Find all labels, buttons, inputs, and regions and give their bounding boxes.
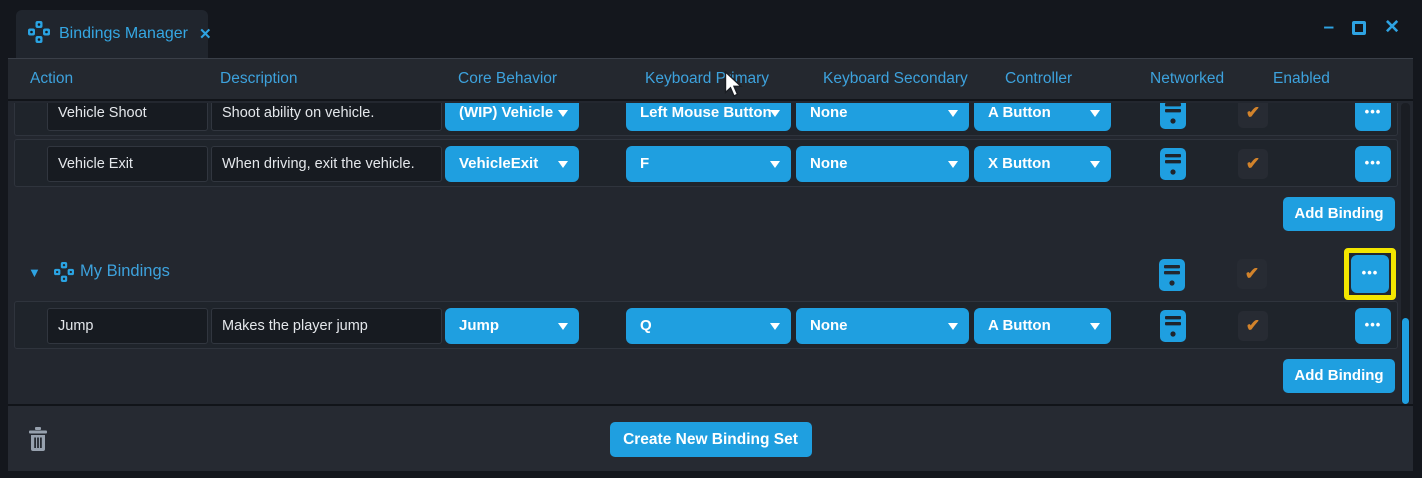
description-input[interactable]: Shoot ability on vehicle. bbox=[211, 103, 442, 131]
keyboard-secondary-dropdown[interactable]: None bbox=[796, 146, 969, 182]
enabled-checkbox[interactable]: ✔ bbox=[1238, 311, 1268, 341]
collapse-arrow-icon[interactable]: ▼ bbox=[28, 265, 41, 280]
binding-row-vehicle-exit: Vehicle Exit When driving, exit the vehi… bbox=[14, 139, 1398, 187]
vertical-scrollbar[interactable] bbox=[1401, 103, 1410, 404]
networked-icon bbox=[1159, 259, 1185, 296]
core-behavior-dropdown[interactable]: VehicleExit bbox=[445, 146, 579, 182]
keyboard-secondary-dropdown[interactable]: None bbox=[796, 103, 969, 131]
group-row-my-bindings: ▼ bbox=[14, 248, 1398, 300]
highlight-outline: ••• bbox=[1344, 248, 1396, 300]
create-new-binding-set-button[interactable]: Create New Binding Set bbox=[610, 422, 812, 457]
titlebar: Bindings Manager ✕ – ✕ bbox=[0, 0, 1422, 58]
bindings-manager-window: Bindings Manager ✕ – ✕ Action Descriptio… bbox=[0, 0, 1422, 478]
core-behavior-dropdown[interactable]: Jump bbox=[445, 308, 579, 344]
content-panel: Action Description Core Behavior Keyboar… bbox=[8, 58, 1413, 471]
tab-bindings-manager[interactable]: Bindings Manager ✕ bbox=[16, 10, 208, 58]
controller-dropdown[interactable]: X Button bbox=[974, 146, 1111, 182]
keyboard-primary-dropdown[interactable]: Left Mouse Button bbox=[626, 103, 791, 131]
enabled-checkbox[interactable]: ✔ bbox=[1237, 259, 1267, 289]
chevron-down-icon bbox=[558, 323, 568, 330]
keyboard-secondary-dropdown[interactable]: None bbox=[796, 308, 969, 344]
col-core-behavior: Core Behavior bbox=[458, 70, 557, 88]
check-icon: ✔ bbox=[1246, 154, 1260, 173]
chevron-down-icon bbox=[1090, 161, 1100, 168]
networked-icon bbox=[1160, 310, 1186, 347]
binding-row-jump: Jump Makes the player jump Jump Q None A… bbox=[14, 301, 1398, 349]
networked-icon bbox=[1160, 148, 1186, 185]
chevron-down-icon bbox=[1090, 323, 1100, 330]
keyboard-primary-dropdown[interactable]: Q bbox=[626, 308, 791, 344]
chevron-down-icon bbox=[1090, 110, 1100, 117]
footer-bar: Create New Binding Set bbox=[8, 404, 1413, 471]
binding-row-vehicle-shoot: Vehicle Shoot Shoot ability on vehicle. … bbox=[14, 103, 1398, 136]
row-more-button[interactable]: ••• bbox=[1355, 146, 1391, 182]
scrollbar-thumb[interactable] bbox=[1402, 318, 1409, 404]
col-keyboard-primary: Keyboard Primary bbox=[645, 70, 769, 88]
tab-close-icon[interactable]: ✕ bbox=[199, 25, 212, 43]
col-controller: Controller bbox=[1005, 70, 1072, 88]
action-input[interactable]: Jump bbox=[47, 308, 208, 344]
row-more-button[interactable]: ••• bbox=[1355, 103, 1391, 131]
chevron-down-icon bbox=[948, 161, 958, 168]
action-input[interactable]: Vehicle Shoot bbox=[47, 103, 208, 131]
add-binding-button[interactable]: Add Binding bbox=[1283, 197, 1395, 231]
minimize-icon[interactable]: – bbox=[1324, 18, 1335, 38]
check-icon: ✔ bbox=[1246, 316, 1260, 335]
col-enabled: Enabled bbox=[1273, 70, 1330, 88]
description-input[interactable]: Makes the player jump bbox=[211, 308, 442, 344]
chevron-down-icon bbox=[770, 110, 780, 117]
bindings-scroll-area[interactable]: Vehicle Shoot Shoot ability on vehicle. … bbox=[8, 103, 1413, 405]
column-header-row: Action Description Core Behavior Keyboar… bbox=[8, 59, 1413, 101]
group-label[interactable]: My Bindings bbox=[80, 262, 170, 281]
enabled-checkbox[interactable]: ✔ bbox=[1238, 149, 1268, 179]
description-input[interactable]: When driving, exit the vehicle. bbox=[211, 146, 442, 182]
tab-title: Bindings Manager bbox=[59, 25, 188, 43]
chevron-down-icon bbox=[948, 323, 958, 330]
chevron-down-icon bbox=[558, 161, 568, 168]
bindings-icon bbox=[28, 21, 50, 48]
col-keyboard-secondary: Keyboard Secondary bbox=[823, 70, 968, 88]
col-networked: Networked bbox=[1150, 70, 1224, 88]
add-binding-button[interactable]: Add Binding bbox=[1283, 359, 1395, 393]
enabled-checkbox[interactable]: ✔ bbox=[1238, 103, 1268, 128]
action-input[interactable]: Vehicle Exit bbox=[47, 146, 208, 182]
window-controls: – ✕ bbox=[1324, 18, 1401, 38]
core-behavior-dropdown[interactable]: (WIP) Vehicle bbox=[445, 103, 579, 131]
group-more-button[interactable]: ••• bbox=[1351, 255, 1389, 293]
chevron-down-icon bbox=[770, 323, 780, 330]
col-description: Description bbox=[220, 70, 298, 88]
col-action: Action bbox=[30, 70, 73, 88]
trash-icon[interactable] bbox=[28, 427, 48, 457]
check-icon: ✔ bbox=[1246, 103, 1260, 122]
controller-dropdown[interactable]: A Button bbox=[974, 103, 1111, 131]
chevron-down-icon bbox=[948, 110, 958, 117]
close-icon[interactable]: ✕ bbox=[1384, 18, 1400, 38]
chevron-down-icon bbox=[770, 161, 780, 168]
networked-icon bbox=[1160, 103, 1186, 134]
row-more-button[interactable]: ••• bbox=[1355, 308, 1391, 344]
check-icon: ✔ bbox=[1245, 264, 1259, 283]
controller-dropdown[interactable]: A Button bbox=[974, 308, 1111, 344]
chevron-down-icon bbox=[558, 110, 568, 117]
keyboard-primary-dropdown[interactable]: F bbox=[626, 146, 791, 182]
bindings-icon bbox=[54, 262, 74, 287]
maximize-icon[interactable] bbox=[1352, 21, 1366, 35]
